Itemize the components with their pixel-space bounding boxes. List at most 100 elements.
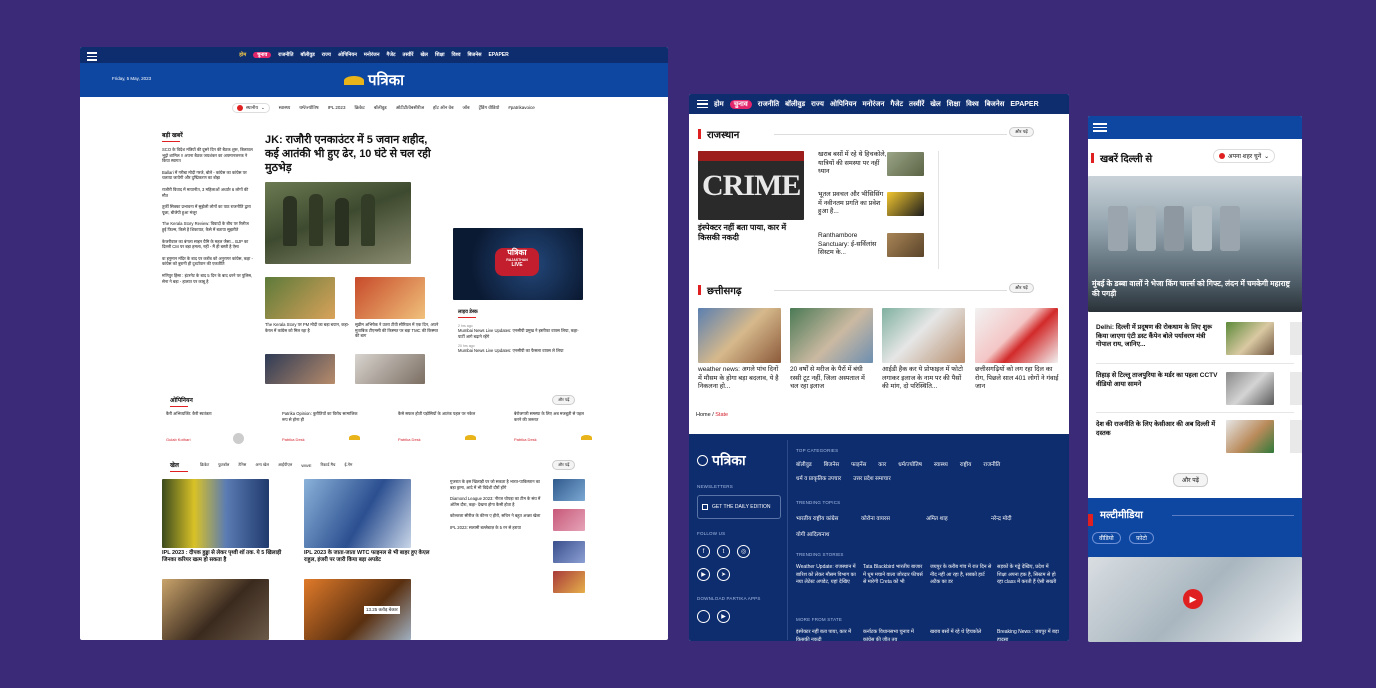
delhi-news-item[interactable]: तिहाड़ से टिल्लू ताजपुरिया के मर्डर का प… [1096,372,1218,389]
opinion-card[interactable]: बेरोजगारी समस्या के लिए अब मजबूती से पहल… [514,411,592,449]
sports-side-item[interactable]: Diamond League 2023: नीरज चोपड़ा का टीम … [450,496,546,507]
delhi-news-thumb[interactable] [1226,420,1274,453]
site-logo[interactable]: पत्रिका [343,70,404,90]
sports-thumb[interactable] [553,509,585,531]
rajasthan-item[interactable]: खराब बसों में रहे थे हिचकोले, यात्रियों … [818,151,888,177]
nav-opinion[interactable]: ओपिनियन [338,52,357,58]
sports-tab[interactable]: अन्य खेल [255,462,269,468]
nav-world[interactable]: विश्व [966,100,979,109]
rajasthan-item[interactable]: Ranthambore Sanctuary: ई-सर्विलांस सिस्ट… [818,232,888,258]
nav-state[interactable]: राज्य [811,100,824,109]
subnav-voice[interactable]: #patrikavoice [508,105,535,110]
topic-link[interactable]: कोरोना वायरस [861,514,926,522]
tab-photos[interactable]: फ़ोटो [1129,532,1154,544]
cg-item[interactable]: weather news: अगले पांच दिनों में मौसम क… [698,366,783,392]
top-news-item[interactable]: मणिपुर हिंसा : इंटरनेट के बाद 5 दिन के ब… [162,273,254,284]
cg-item[interactable]: 20 वर्षों से मरीज के पैरों में बंधी रस्स… [790,366,875,392]
cg-image[interactable] [975,308,1058,363]
instagram-icon[interactable]: ◎ [737,545,750,558]
opinion-card[interactable]: कैसे सफल होती पड़ोसियों के आतंक पहल पर न… [398,411,476,449]
nav-epaper[interactable]: EPAPER [1010,101,1038,108]
category-link[interactable]: राजनीति [983,460,1000,468]
apple-icon[interactable] [697,610,710,623]
state-link[interactable]: Breaking News : जयपुर में बड़ा हादसा [997,629,1059,641]
play-store-icon[interactable]: ▶ [717,610,730,623]
tab-videos[interactable]: वीडियो [1092,532,1121,544]
delhi-news-item[interactable]: Delhi: दिल्ली में प्रदूषण की रोकथाम के ल… [1096,324,1218,350]
headline-image[interactable] [265,182,411,264]
sports-tab[interactable]: रिकार्ड मैच [320,462,335,468]
subnav-ott[interactable]: ओटीटी/वेबसीरीज [396,105,424,111]
play-icon[interactable]: ▶ [1183,589,1203,609]
sports-more-button[interactable]: और पढ़ें [552,460,576,470]
sports-tab[interactable]: आईपीएल [278,462,292,468]
rajasthan-more-button[interactable]: और पढ़ें [1009,127,1034,137]
rajasthan-thumb[interactable] [887,152,924,176]
nav-state[interactable]: राज्य [322,52,331,58]
menu-icon[interactable] [697,99,708,109]
delhi-news-thumb[interactable] [1226,322,1274,355]
top-news-item[interactable]: केजरीवाल का बंगला साइन ग्रैमि के महल जैस… [162,239,254,250]
subnav-religion[interactable]: धर्म/ज्योतिष [299,105,318,111]
story-link[interactable]: सड़कों के गड्ढे देखिए, प्रदेश में शिक्षा… [997,564,1059,587]
sports-image[interactable] [162,479,269,548]
sports-tab[interactable]: क्रिकेट [200,462,209,468]
category-link[interactable]: उत्तर प्रदेश समाचार [853,474,891,482]
rajasthan-thumb[interactable] [887,192,924,216]
cg-image[interactable] [790,308,873,363]
chhattisgarh-more-button[interactable]: और पढ़ें [1009,283,1034,293]
cg-image[interactable] [882,308,965,363]
cg-item[interactable]: आईडी हैक कर ये प्रोफाइल में फोटो लगाकर इ… [882,366,969,392]
rajasthan-item[interactable]: भूतल प्रवचल और भीसिसिंग में नवीनतम प्रगत… [818,191,888,217]
daily-edition-button[interactable]: GET THE DAILY EDITION [697,495,781,519]
live-tv-player[interactable]: पत्रिका RAJASTHAN LIVE [453,228,583,300]
cg-item[interactable]: छत्तीसगढ़ियों को लग रहा दिल का रोग, पिछल… [975,366,1060,392]
topic-link[interactable]: भारतीय राष्ट्रीय कांग्रेस [796,514,861,522]
category-link[interactable]: बिजनेस [824,460,839,468]
menu-icon[interactable] [1093,123,1107,133]
opinion-card[interactable]: कैरी अभिव्यक्ति: कैरी स्वतंत्रता Gulab K… [166,411,244,449]
nav-sports[interactable]: खेल [420,52,427,58]
delhi-news-thumb[interactable] [1226,372,1274,405]
category-link[interactable]: धर्म व प्राकृतिक उपचार [796,474,841,482]
top-news-item[interactable]: तुर्की सिक्का प्रभावना में सुझेली लोगों … [162,204,254,215]
cg-image[interactable] [698,308,781,363]
menu-icon[interactable] [87,52,97,61]
nav-education[interactable]: शिक्षा [947,100,960,109]
sports-tab[interactable]: फुटबॉल [218,462,229,468]
top-news-item[interactable]: Ballari में गरीबा मोदी गरजे, बोले - कांग… [162,170,254,181]
youtube-icon[interactable]: ▶ [697,568,710,581]
state-link[interactable]: कर्नाटक विधानसभा चुनाव में कांग्रेस की ज… [863,629,925,641]
sports-tab[interactable]: WWE [301,463,311,468]
state-link[interactable]: खराब बसों में रहे थे हिचकोले [930,629,992,641]
nav-entertainment[interactable]: मनोरंजन [364,52,380,58]
nav-politics[interactable]: राजनीति [758,100,779,109]
twitter-icon[interactable]: t [717,545,730,558]
main-headline[interactable]: JK: राजौरी एनकाउंटर में 5 जवान शहीद, कई … [265,133,443,175]
nav-gadget[interactable]: गैजेट [890,100,903,109]
sports-image[interactable] [304,479,411,548]
sports-side-item[interactable]: कोल्कत्ता सीरीज के कीनर ए हीरो, सचिन ने … [450,513,546,519]
live-item[interactable]: Mumbai News Live Updates: एनसीपी का फैसल… [458,348,582,354]
topic-link[interactable]: नरेन्द्र मोदी [991,514,1056,522]
nav-home[interactable]: होम [239,52,246,58]
subnav-job[interactable]: जॉब [463,105,470,111]
nav-bollywood[interactable]: बॉलीवुड [785,100,805,109]
nav-bollywood[interactable]: बॉलीवुड [301,52,315,58]
sports-tab[interactable]: ई-गेम [344,462,352,468]
nav-photos[interactable]: तस्वीरें [403,52,414,58]
subnav-bollywood[interactable]: बॉलीवुड [374,105,387,111]
story-image[interactable] [355,354,425,384]
story-image[interactable] [265,277,335,319]
city-select[interactable]: स्थानीय ⌄ [232,102,270,113]
category-link[interactable]: धर्म/ज्योतिष [898,460,922,468]
story-link[interactable]: Weather Update: राजस्थान में बारिश को ले… [796,564,858,587]
subnav-hot[interactable]: हॉट ऑन वेब [433,105,454,111]
state-link[interactable]: इंस्पेक्टर नहीं बता पाया, कार में किसकी … [796,629,858,641]
category-link[interactable]: राष्ट्रीय [960,460,972,468]
category-link[interactable]: फाइनेंस [851,460,866,468]
opinion-more-button[interactable]: और पढ़ें [552,395,576,405]
nav-gadget[interactable]: गैजेट [387,52,396,58]
city-select[interactable]: अपना शहर चुनें ⌄ [1213,149,1276,163]
facebook-icon[interactable]: f [697,545,710,558]
